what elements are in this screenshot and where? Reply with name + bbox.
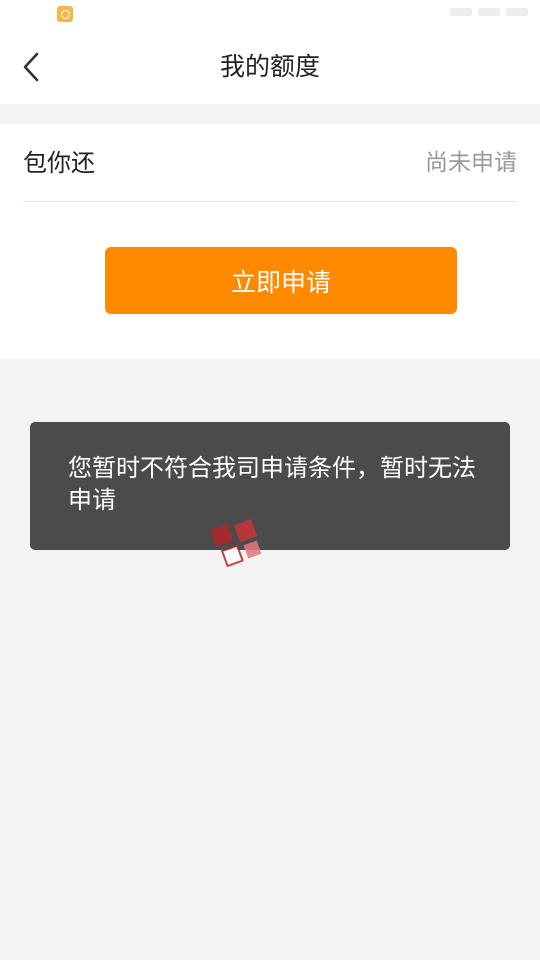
toast-notification: 您暂时不符合我司申请条件，暂时无法申请 bbox=[30, 422, 510, 550]
signal-icon bbox=[450, 8, 472, 16]
apply-now-button[interactable]: 立即申请 bbox=[105, 247, 457, 314]
toast-message: 您暂时不符合我司申请条件，暂时无法申请 bbox=[68, 454, 476, 514]
page-title: 我的额度 bbox=[219, 52, 320, 81]
battery-icon bbox=[506, 8, 528, 16]
app-notification-icon bbox=[57, 6, 73, 22]
product-status: 尚未申请 bbox=[425, 150, 517, 176]
watermark-logo-icon bbox=[210, 519, 262, 568]
back-button[interactable] bbox=[14, 50, 48, 84]
product-row: 包你还 尚未申请 bbox=[23, 124, 517, 202]
nav-bar: 我的额度 bbox=[0, 30, 540, 104]
status-indicators bbox=[348, 8, 528, 18]
wifi-icon bbox=[478, 8, 500, 16]
quota-card: 包你还 尚未申请 立即申请 bbox=[0, 124, 540, 359]
product-name: 包你还 bbox=[23, 149, 95, 177]
chevron-left-icon bbox=[23, 52, 39, 82]
status-bar bbox=[0, 0, 540, 30]
